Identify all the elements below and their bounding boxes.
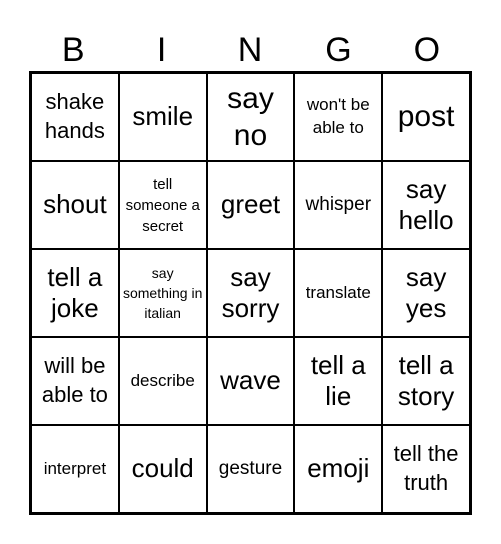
- bingo-cell[interactable]: tell a joke: [31, 249, 119, 337]
- header-letter-o: O: [413, 31, 441, 69]
- cell-text: tell a story: [397, 349, 455, 411]
- bingo-cell[interactable]: won't be able to: [294, 73, 383, 161]
- cell-text: shake hands: [44, 89, 105, 143]
- bingo-cell[interactable]: wave: [206, 337, 295, 425]
- header-letter-n: N: [237, 31, 263, 69]
- cell-text: tell a lie: [310, 349, 366, 411]
- cell-text: shout: [43, 189, 107, 220]
- cell-text: say hello: [398, 173, 454, 235]
- cell-text: say something in italian: [122, 264, 203, 322]
- bingo-cell[interactable]: whisper: [294, 161, 383, 249]
- cell-text: won't be able to: [306, 95, 370, 137]
- header-letter-i: I: [156, 31, 167, 69]
- bingo-cell[interactable]: emoji: [294, 425, 383, 513]
- bingo-cell[interactable]: shake hands: [31, 73, 119, 161]
- cell-text: post: [397, 100, 455, 134]
- bingo-cell[interactable]: could: [118, 425, 207, 513]
- cell-text: say no: [227, 81, 274, 153]
- bingo-cell[interactable]: translate: [294, 249, 383, 337]
- bingo-cell[interactable]: smile: [118, 73, 207, 161]
- bingo-cell[interactable]: greet: [206, 161, 295, 249]
- cell-text: say sorry: [221, 261, 280, 323]
- bingo-cell[interactable]: say yes: [382, 249, 470, 337]
- bingo-cell[interactable]: interpret: [31, 425, 119, 513]
- bingo-cell[interactable]: will be able to: [31, 337, 119, 425]
- bingo-cell[interactable]: say sorry: [206, 249, 295, 337]
- bingo-cell[interactable]: tell someone a secret: [118, 161, 207, 249]
- cell-text: gesture: [218, 457, 283, 479]
- bingo-cell[interactable]: say something in italian: [118, 249, 207, 337]
- cell-text: tell the truth: [393, 441, 459, 495]
- cell-text: tell a joke: [47, 261, 103, 323]
- bingo-cell[interactable]: say hello: [382, 161, 470, 249]
- cell-text: wave: [220, 365, 281, 396]
- bingo-cell[interactable]: post: [382, 73, 470, 161]
- cell-text: translate: [305, 282, 371, 302]
- bingo-cell[interactable]: say no: [206, 73, 295, 161]
- cell-text: describe: [130, 370, 195, 390]
- cell-text: tell someone a secret: [125, 175, 200, 235]
- bingo-cell[interactable]: describe: [118, 337, 207, 425]
- cell-text: smile: [132, 101, 194, 132]
- header-letter-g: G: [325, 31, 352, 69]
- cell-text: could: [131, 453, 194, 484]
- header-letter-b: B: [61, 31, 85, 69]
- cell-text: interpret: [43, 458, 107, 478]
- cell-text: say yes: [405, 261, 447, 323]
- cell-text: will be able to: [41, 353, 108, 407]
- bingo-header: B I N G O: [29, 28, 471, 72]
- bingo-cell[interactable]: gesture: [206, 425, 295, 513]
- bingo-cell[interactable]: tell a story: [382, 337, 470, 425]
- cell-text: greet: [220, 189, 281, 220]
- bingo-cell[interactable]: tell a lie: [294, 337, 383, 425]
- cell-text: whisper: [305, 193, 372, 215]
- bingo-grid: shake hands smile say no won't be able t…: [29, 71, 472, 515]
- cell-text: emoji: [307, 453, 370, 484]
- bingo-cell[interactable]: tell the truth: [382, 425, 470, 513]
- bingo-cell[interactable]: shout: [31, 161, 119, 249]
